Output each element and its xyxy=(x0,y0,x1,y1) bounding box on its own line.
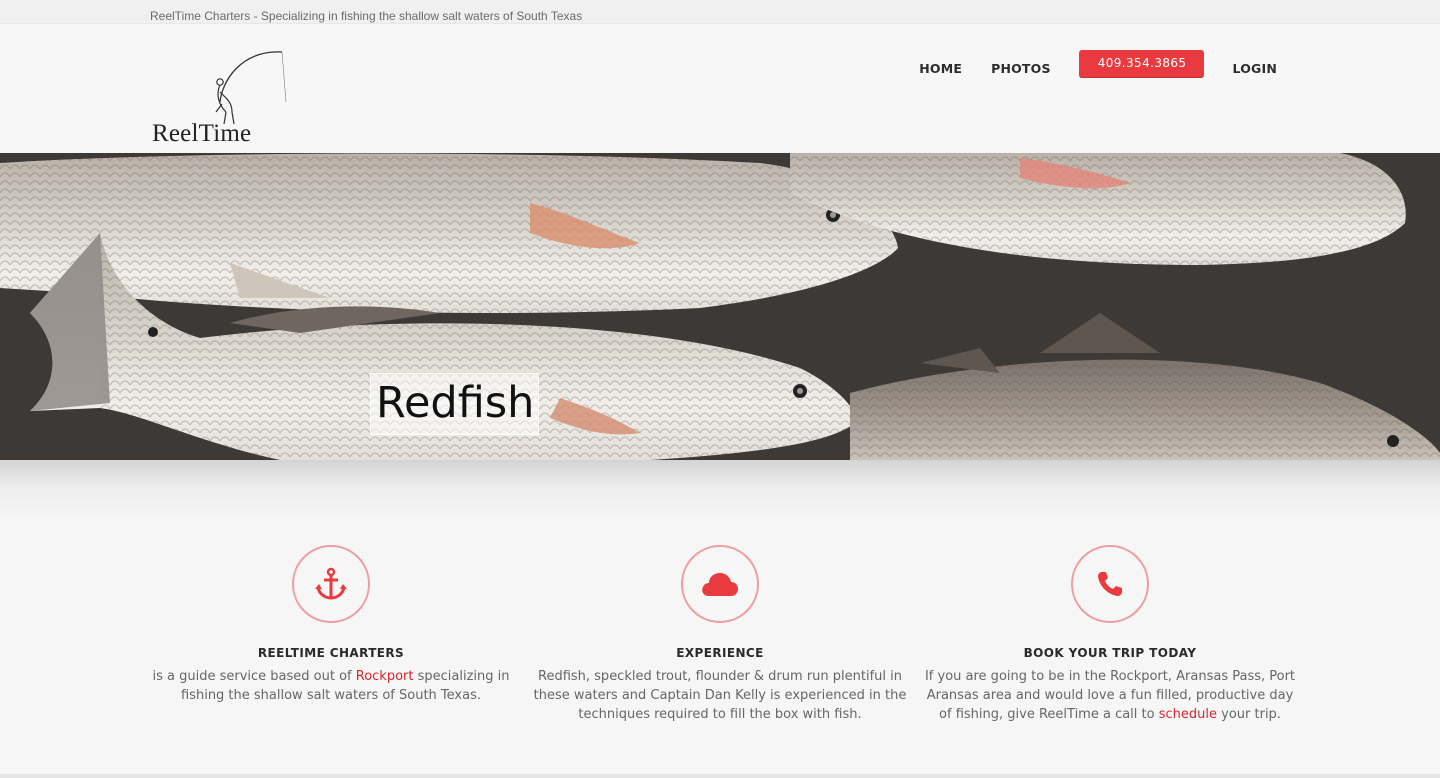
nav-home-link[interactable]: HOME xyxy=(919,51,962,76)
site-header: ReelTime HOME PHOTOS 409.354.3865 LOGIN xyxy=(0,24,1440,152)
site-tagline: ReelTime Charters - Specializing in fish… xyxy=(150,9,583,23)
phone-icon xyxy=(1098,572,1122,596)
feature-description: If you are going to be in the Rockport, … xyxy=(924,669,1296,722)
top-tagline-bar: ReelTime Charters - Specializing in fish… xyxy=(0,0,1440,24)
schedule-link[interactable]: schedule xyxy=(1159,707,1217,722)
nav-photos-link[interactable]: PHOTOS xyxy=(991,51,1051,76)
logo-wordmark: ReelTime xyxy=(152,120,252,147)
feature-description: is a guide service based out of Rockport… xyxy=(152,669,510,703)
feature-description: Redfish, speckled trout, flounder & drum… xyxy=(533,669,907,722)
hero-caption: Redfish xyxy=(370,373,540,435)
redfish-hero-image xyxy=(0,153,1440,460)
nav-phone-button[interactable]: 409.354.3865 xyxy=(1078,50,1205,77)
main-nav: HOME PHOTOS 409.354.3865 LOGIN xyxy=(890,50,1277,77)
feature-title: BOOK YOUR TRIP TODAY xyxy=(1023,646,1197,660)
anchor-icon xyxy=(315,567,347,600)
feature-title: REELTIME CHARTERS xyxy=(257,646,405,660)
feature-title: EXPERIENCE xyxy=(676,646,764,660)
page-bottom-border xyxy=(0,774,1440,778)
hero-slider[interactable]: Redfish xyxy=(0,153,1440,460)
fisherman-casting-icon xyxy=(215,51,287,125)
feature-book-trip: BOOK YOUR TRIP TODAY If you are going to… xyxy=(920,545,1300,724)
feature-experience: EXPERIENCE Redfish, speckled trout, flou… xyxy=(530,545,910,724)
feature-icon-ring xyxy=(1071,545,1149,623)
rockport-link[interactable]: Rockport xyxy=(356,669,414,684)
nav-login-link[interactable]: LOGIN xyxy=(1232,51,1277,76)
site-logo[interactable]: ReelTime xyxy=(150,42,290,152)
cloud-icon xyxy=(702,573,738,596)
hero-reflection xyxy=(0,460,1440,520)
feature-icon-ring xyxy=(292,545,370,623)
feature-reeltime-charters: REELTIME CHARTERS is a guide service bas… xyxy=(141,545,521,705)
feature-icon-ring xyxy=(681,545,759,623)
